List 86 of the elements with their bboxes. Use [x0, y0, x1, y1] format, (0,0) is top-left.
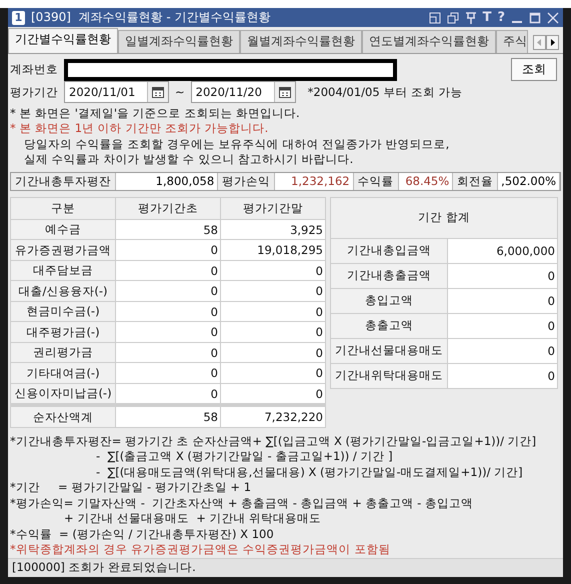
- table-cell: 58: [116, 219, 220, 240]
- table-cell: 0: [220, 280, 326, 302]
- close-icon[interactable]: [547, 12, 559, 24]
- row-label: 기간내총출금액: [330, 263, 448, 288]
- summary-label: 평가손익: [218, 172, 276, 190]
- toolbar-label-button[interactable]: T: [482, 10, 492, 26]
- summary-value: ,502.00%: [498, 172, 560, 190]
- tab[interactable]: 월별계좌수익률현황: [240, 30, 362, 54]
- date-separator: ~: [175, 85, 185, 100]
- row-label: 현금미수금(-): [10, 301, 116, 322]
- row-label: 유가증권평가금액: [10, 240, 116, 260]
- table-cell: 0: [116, 362, 220, 384]
- period-totals-header: 기간 합계: [330, 197, 558, 238]
- table-cell: 0: [116, 240, 220, 260]
- column-header: 평가기간초: [116, 197, 220, 220]
- table-cell: 0: [448, 288, 558, 314]
- table-cell: 3,925: [220, 219, 326, 240]
- row-label: 권리평가금: [10, 342, 116, 363]
- tab[interactable]: 주식: [496, 30, 528, 54]
- summary-label: 기간내총투자평잔: [11, 172, 116, 190]
- column-header: 구분: [10, 197, 116, 220]
- total-label: 순자산액계: [10, 405, 116, 428]
- total-cell: 58: [116, 405, 220, 428]
- row-label: 예수금: [10, 219, 116, 240]
- table-cell: 6,000,000: [448, 238, 558, 264]
- info-note: 실제 수익률과 차이가 발생할 수 있으니 참고하시기 바랍니다.: [23, 152, 354, 168]
- row-label: 기간내위탁대용매도: [330, 363, 448, 388]
- start-date-field[interactable]: 2020/11/01: [64, 81, 169, 104]
- pin-icon[interactable]: [464, 12, 477, 24]
- scroll-right-icon[interactable]: [546, 35, 559, 50]
- formula-line: - ∑[(출금고액 X (평가기간말일 - 출금고일+1)) / 기간 ]: [95, 449, 394, 465]
- table-cell: 0: [220, 322, 326, 342]
- table-cell: 0: [448, 263, 558, 288]
- table-cell: 0: [116, 260, 220, 281]
- formula-line: *수익률 = (평가손익 / 기간내총투자평잔) X 100: [10, 526, 275, 542]
- end-date-field[interactable]: 2020/11/20: [190, 81, 296, 104]
- formula-line: *평가손익= 기말자산액 - 기간초자산액 + 총출금액 - 총입금액 + 총출고액 - 총입고액: [10, 496, 474, 512]
- info-note: 당일자의 수익률을 조회할 경우에는 보유주식에 대하여 전일종가가 반영되므로,: [23, 136, 450, 152]
- account-label: 계좌번호: [10, 62, 58, 78]
- formula-line: - ∑[(대용매도금액(위탁대용,선물대용) X (평가기간말일-매도결제일+1))/ 기간]: [95, 464, 524, 480]
- row-label: 기타대여금(-): [10, 362, 116, 384]
- row-label: 대주평가금(-): [10, 322, 116, 342]
- calendar-icon[interactable]: [278, 86, 291, 98]
- row-label: 기간내총입금액: [330, 238, 448, 264]
- status-message: [100000] 조회가 완료되었습니다.: [12, 560, 196, 576]
- summary-label: 회전율: [453, 172, 498, 190]
- table-cell: 19,018,295: [220, 240, 326, 260]
- table-cell: 0: [116, 342, 220, 363]
- row-label: 대주담보금: [10, 260, 116, 281]
- account-field[interactable]: [64, 58, 397, 81]
- maximize-icon[interactable]: [529, 12, 541, 24]
- table-cell: 0: [448, 338, 558, 364]
- toolbar-label-button[interactable]: ?: [497, 10, 505, 26]
- table-cell: 0: [448, 313, 558, 338]
- warning-note: *위탁종합계좌의 경우 유가증권평가금액은 수익증권평가금액이 포함됨: [10, 542, 392, 558]
- tab[interactable]: 연도별계좌수익률현황: [362, 30, 496, 54]
- table-cell: 0: [220, 301, 326, 322]
- summary-label: 수익률: [354, 172, 399, 190]
- tab[interactable]: 일별계좌수익률현황: [118, 30, 240, 54]
- period-label: 평가기간: [10, 84, 58, 100]
- table-cell: 0: [220, 342, 326, 363]
- table-cell: 0: [116, 322, 220, 342]
- window-number-badge: 1: [12, 10, 25, 25]
- formula-line: *기간내총투자평잔= 평가기간 초 순자산금액+ ∑[(입금고액 X (평가기간말일-입금고일+1))/ 기간]: [10, 434, 538, 450]
- formula-line: *기간 = 평가기간말일 - 평가기간초일 + 1: [10, 480, 252, 496]
- date-range-hint: *2004/01/05 부터 조회 가능: [308, 84, 463, 100]
- layout-icon[interactable]: [428, 12, 441, 24]
- warning-note: * 본 화면은 1년 이하 기간만 조회가 가능합니다.: [10, 121, 270, 137]
- window-title: [0390] 계좌수익률현황 - 기간별수익률현황: [31, 9, 272, 26]
- tab[interactable]: 기간별수익률현황: [8, 28, 118, 54]
- total-cell: 7,232,220: [220, 405, 326, 428]
- table-cell: 0: [220, 260, 326, 281]
- table-cell: 0: [220, 362, 326, 384]
- table-cell: 0: [116, 280, 220, 302]
- table-cell: 0: [448, 363, 558, 388]
- row-label: 대출/신용융자(-): [10, 280, 116, 302]
- row-label: 총입고액: [330, 288, 448, 314]
- formula-line: + 기간내 선물대용매도 + 기간내 위탁대용매도: [63, 511, 322, 527]
- search-button[interactable]: 조회: [511, 58, 557, 82]
- calendar-icon[interactable]: [152, 86, 164, 98]
- copy-window-icon[interactable]: [446, 12, 459, 24]
- row-label: 기간내선물대용매도: [330, 338, 448, 364]
- table-cell: 0: [116, 301, 220, 322]
- info-note: * 본 화면은 '결제일'을 기준으로 조회되는 화면입니다.: [10, 106, 301, 122]
- column-header: 평가기간말: [220, 197, 326, 220]
- row-label: 총출고액: [330, 313, 448, 338]
